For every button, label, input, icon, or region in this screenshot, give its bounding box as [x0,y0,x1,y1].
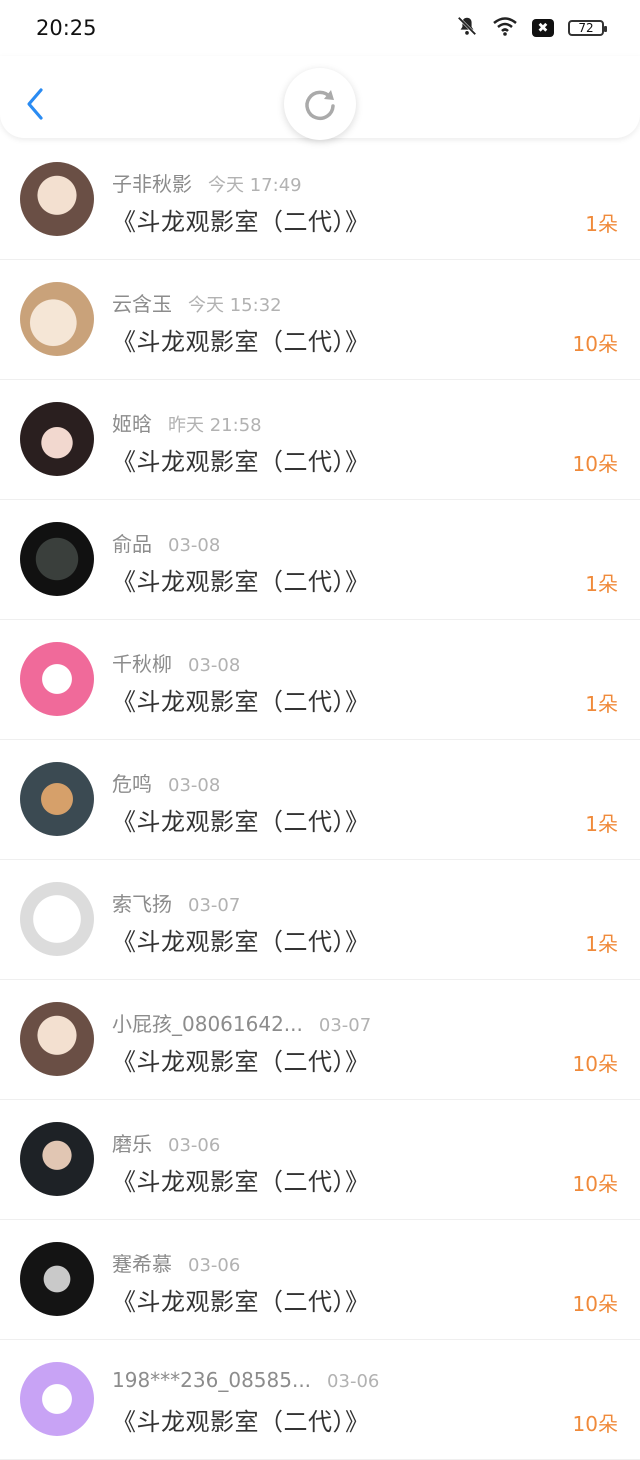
list-item[interactable]: 俞品 03-08 《斗龙观影室（二代）》 1朵 [0,500,640,620]
avatar[interactable] [20,402,94,476]
timestamp: 今天 15:32 [188,295,282,316]
user-name: 蹇希慕 [112,1252,172,1276]
timestamp: 03-08 [168,535,221,556]
gift-target-title: 《斗龙观影室（二代）》 [112,328,370,356]
list-item[interactable]: 磨乐 03-06 《斗龙观影室（二代）》 10朵 [0,1100,640,1220]
list-item[interactable]: 危鸣 03-08 《斗龙观影室（二代）》 1朵 [0,740,640,860]
gift-amount: 1朵 [585,932,618,956]
avatar[interactable] [20,642,94,716]
name-line: 磨乐 03-06 [112,1128,220,1157]
list-item[interactable]: 198***236_08585... 03-06 《斗龙观影室（二代）》 10朵 [0,1340,640,1460]
gift-amount: 10朵 [572,452,618,476]
gift-target-title: 《斗龙观影室（二代）》 [112,208,370,236]
back-button[interactable] [20,84,50,124]
user-name: 姬晗 [112,412,152,436]
timestamp: 03-07 [318,1015,372,1036]
refresh-icon [305,90,335,121]
gift-target-title: 《斗龙观影室（二代）》 [112,688,370,716]
sim-off-icon: ✖ [532,19,554,37]
timestamp: 03-06 [188,1255,241,1276]
bell-muted-icon [456,15,478,41]
avatar[interactable] [20,882,94,956]
gift-amount: 10朵 [572,1412,618,1436]
list-item[interactable]: 蹇希慕 03-06 《斗龙观影室（二代）》 10朵 [0,1220,640,1340]
avatar[interactable] [20,522,94,596]
gift-target-title: 《斗龙观影室（二代）》 [112,1408,370,1436]
timestamp: 今天 17:49 [208,175,302,196]
list-item[interactable]: 子非秋影 今天 17:49 《斗龙观影室（二代）》 1朵 [0,140,640,260]
user-name: 索飞扬 [112,892,172,916]
gift-target-title: 《斗龙观影室（二代）》 [112,448,370,476]
timestamp: 03-07 [188,895,241,916]
avatar[interactable] [20,1002,94,1076]
wifi-icon [492,15,518,41]
list-item[interactable]: 云含玉 今天 15:32 《斗龙观影室（二代）》 10朵 [0,260,640,380]
name-line: 危鸣 03-08 [112,768,220,797]
timestamp: 03-08 [168,775,221,796]
user-name: 俞品 [112,532,152,556]
gift-amount: 10朵 [572,1292,618,1316]
gift-record-list: 子非秋影 今天 17:49 《斗龙观影室（二代）》 1朵 云含玉 今天 15:32 《斗龙观… [0,140,640,1460]
battery-icon: 72 [568,20,607,36]
user-name: 云含玉 [112,292,172,316]
avatar[interactable] [20,762,94,836]
list-item[interactable]: 姬晗 昨天 21:58 《斗龙观影室（二代）》 10朵 [0,380,640,500]
status-time: 20:25 [36,16,97,40]
timestamp: 03-08 [188,655,241,676]
name-line: 198***236_08585... 03-06 [112,1368,379,1392]
gift-target-title: 《斗龙观影室（二代）》 [112,568,370,596]
user-name: 磨乐 [112,1132,152,1156]
list-item[interactable]: 小屁孩_08061642... 03-07 《斗龙观影室（二代）》 10朵 [0,980,640,1100]
gift-amount: 1朵 [585,812,618,836]
refresh-button[interactable] [284,68,356,140]
avatar[interactable] [20,282,94,356]
timestamp: 03-06 [327,1371,380,1392]
list-item[interactable]: 索飞扬 03-07 《斗龙观影室（二代）》 1朵 [0,860,640,980]
status-bar: 20:25 ✖ 72 [0,0,640,56]
status-icons: ✖ 72 [456,15,607,41]
avatar[interactable] [20,162,94,236]
gift-amount: 1朵 [585,692,618,716]
gift-amount: 10朵 [572,1172,618,1196]
name-line: 索飞扬 03-07 [112,888,240,917]
timestamp: 03-06 [168,1135,221,1156]
name-line: 子非秋影 今天 17:49 [112,168,302,197]
user-name: 198***236_08585... [112,1368,312,1392]
gift-amount: 1朵 [585,572,618,596]
gift-target-title: 《斗龙观影室（二代）》 [112,1288,370,1316]
user-name: 千秋柳 [112,652,172,676]
gift-target-title: 《斗龙观影室（二代）》 [112,928,370,956]
gift-target-title: 《斗龙观影室（二代）》 [112,1048,370,1076]
name-line: 姬晗 昨天 21:58 [112,408,262,437]
avatar[interactable] [20,1122,94,1196]
header-bar [0,56,640,140]
avatar[interactable] [20,1242,94,1316]
name-line: 小屁孩_08061642... 03-07 [112,1008,371,1037]
gift-amount: 10朵 [572,332,618,356]
gift-amount: 1朵 [585,212,618,236]
name-line: 俞品 03-08 [112,528,220,557]
chevron-left-icon [27,88,43,120]
name-line: 千秋柳 03-08 [112,648,240,677]
gift-amount: 10朵 [572,1052,618,1076]
user-name: 危鸣 [112,772,152,796]
timestamp: 昨天 21:58 [168,415,262,436]
name-line: 蹇希慕 03-06 [112,1248,240,1277]
user-name: 小屁孩_08061642... [112,1012,303,1036]
gift-target-title: 《斗龙观影室（二代）》 [112,1168,370,1196]
name-line: 云含玉 今天 15:32 [112,288,282,317]
list-item[interactable]: 千秋柳 03-08 《斗龙观影室（二代）》 1朵 [0,620,640,740]
gift-target-title: 《斗龙观影室（二代）》 [112,808,370,836]
avatar[interactable] [20,1362,94,1436]
user-name: 子非秋影 [112,172,192,196]
